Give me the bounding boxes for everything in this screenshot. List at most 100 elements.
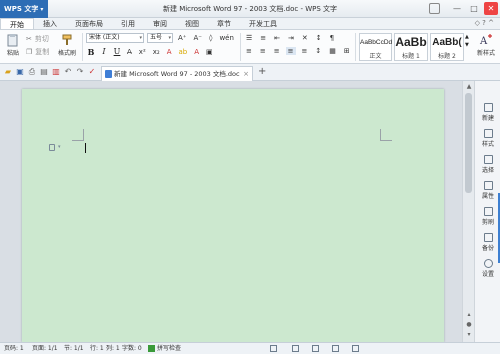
check-icon[interactable]: ✓ — [88, 67, 96, 76]
cut-button[interactable]: ✂ 剪切 — [26, 34, 49, 44]
undo-icon[interactable]: ↶ — [64, 67, 72, 76]
superscript-icon[interactable]: x² — [137, 48, 148, 56]
bold-button[interactable]: B — [86, 47, 96, 57]
numbering-icon[interactable]: ≡ — [258, 34, 268, 42]
cut-label: 剪切 — [34, 35, 49, 43]
strikethrough-icon[interactable]: A̶ — [125, 48, 134, 56]
skin-icon[interactable] — [429, 3, 440, 14]
status-spell-check[interactable]: 拼写检查 — [157, 343, 181, 354]
ribbon-options-icon[interactable]: ◇ ? ^ — [475, 19, 494, 27]
justify-icon[interactable]: ≡ — [285, 47, 296, 55]
borders-icon[interactable]: ⊞ — [342, 47, 352, 55]
subscript-icon[interactable]: x₂ — [151, 48, 162, 56]
redo-icon[interactable]: ↷ — [76, 67, 84, 76]
shading-icon[interactable]: ▦ — [327, 47, 338, 55]
highlight-icon[interactable]: ab — [177, 48, 190, 56]
paste-icon — [7, 34, 18, 47]
tab-page-layout[interactable]: 页面布局 — [66, 18, 112, 29]
close-tab-icon[interactable]: × — [243, 67, 249, 81]
status-pages[interactable]: 页面: 1/1 — [32, 343, 58, 354]
app-menu-button[interactable]: WPS 文字 ▾ — [0, 0, 48, 18]
format-painter-button[interactable]: 格式刷 — [56, 33, 78, 57]
phonetic-icon[interactable]: wén — [217, 34, 235, 42]
distributed-icon[interactable]: ≡ — [300, 47, 310, 55]
style-heading-2[interactable]: AaBb( 标题 2 — [430, 33, 464, 61]
task-select[interactable]: 选择 — [476, 155, 500, 174]
font-effect-icon[interactable]: A — [165, 48, 174, 56]
style-heading-1[interactable]: AaBb 标题 1 — [394, 33, 428, 61]
style-gallery-scroll[interactable]: ▲ ▼ — [465, 34, 469, 48]
task-backup[interactable]: 备份 — [476, 233, 500, 252]
select-browse-icon[interactable]: ● — [465, 321, 473, 329]
show-marks-icon[interactable]: ¶ — [328, 34, 336, 42]
task-settings-label: 设置 — [481, 271, 494, 278]
chinese-layout-icon[interactable]: ✕ — [300, 34, 310, 42]
grow-font-icon[interactable]: A⁺ — [176, 34, 188, 42]
view-reading-icon[interactable] — [352, 345, 359, 352]
font-name-combo[interactable]: 宋体 (正文) ▾ — [86, 33, 144, 43]
task-settings[interactable]: 设置 — [476, 259, 500, 278]
shrink-font-icon[interactable]: A⁻ — [191, 34, 203, 42]
font-size-combo[interactable]: 五号 ▾ — [147, 33, 173, 43]
tab-view[interactable]: 视图 — [176, 18, 208, 29]
paste-label: 粘贴 — [6, 50, 19, 57]
copy-button[interactable]: ❐ 复制 — [26, 47, 49, 57]
open-icon[interactable]: ▰ — [4, 67, 12, 76]
tab-insert[interactable]: 插入 — [34, 18, 66, 29]
view-web-icon[interactable] — [312, 345, 319, 352]
status-words[interactable]: 字数: 0 — [122, 343, 142, 354]
new-tab-button[interactable]: + — [258, 66, 266, 77]
document-area: ▾ — [0, 81, 462, 342]
document-tab[interactable]: 新建 Microsoft Word 97 - 2003 文档.doc × — [101, 66, 253, 81]
font-color-icon[interactable]: A — [192, 48, 201, 56]
export-icon[interactable]: ▥ — [52, 67, 60, 76]
close-button[interactable]: ✕ — [484, 2, 498, 15]
sort-icon[interactable]: ↕ — [314, 34, 324, 42]
chevron-down-icon[interactable]: ▾ — [58, 144, 61, 150]
tab-review[interactable]: 审阅 — [144, 18, 176, 29]
new-style-button[interactable]: A 新样式 — [474, 33, 498, 57]
tab-sections[interactable]: 章节 — [208, 18, 240, 29]
indent-icon[interactable]: ⇥ — [286, 34, 296, 42]
tab-home[interactable]: 开始 — [0, 18, 34, 29]
next-page-icon[interactable]: ▾ — [465, 331, 473, 339]
print-icon[interactable]: ⎙ — [28, 67, 36, 76]
style-normal[interactable]: AaBbCcDd 正文 — [359, 33, 392, 61]
view-outline-icon[interactable] — [332, 345, 339, 352]
underline-button[interactable]: U — [112, 47, 122, 57]
align-left-icon[interactable]: ≡ — [244, 47, 254, 55]
bullets-icon[interactable]: ☰ — [244, 34, 254, 42]
clear-format-icon[interactable]: ◊ — [207, 34, 214, 42]
document-tab-bar: ▰ ▣ ⎙ ▤ ▥ ↶ ↷ ✓ 新建 Microsoft Word 97 - 2… — [0, 64, 500, 81]
minimize-button[interactable]: — — [450, 2, 464, 15]
prev-page-icon[interactable]: ▴ — [465, 311, 473, 319]
chevron-down-icon[interactable]: ▼ — [465, 42, 469, 48]
align-right-icon[interactable]: ≡ — [272, 47, 282, 55]
task-clip[interactable]: 剪刷 — [476, 207, 500, 226]
chevron-up-icon[interactable]: ▲ — [465, 34, 469, 40]
view-page-icon[interactable] — [270, 345, 277, 352]
task-styles[interactable]: 样式 — [476, 129, 500, 148]
scroll-up-icon[interactable]: ▲ — [465, 83, 473, 91]
paragraph-options-icon[interactable] — [49, 144, 55, 151]
scroll-thumb[interactable] — [465, 93, 472, 193]
char-border-icon[interactable]: ▣ — [204, 48, 215, 56]
task-pane: 新建 样式 选择 属性 剪刷 备份 设置 — [474, 81, 500, 342]
paste-button[interactable]: 粘贴 — [4, 33, 22, 57]
save-icon[interactable]: ▣ — [16, 67, 24, 76]
text-cursor — [85, 143, 86, 153]
maximize-button[interactable]: □ — [467, 2, 481, 15]
tab-developer[interactable]: 开发工具 — [240, 18, 286, 29]
task-properties[interactable]: 属性 — [476, 181, 500, 200]
outdent-icon[interactable]: ⇤ — [272, 34, 282, 42]
document-page[interactable]: ▾ — [22, 89, 444, 342]
italic-button[interactable]: I — [99, 47, 109, 57]
line-spacing-icon[interactable]: ↕ — [313, 47, 323, 55]
tab-references[interactable]: 引用 — [112, 18, 144, 29]
align-center-icon[interactable]: ≡ — [258, 47, 268, 55]
view-full-screen-icon[interactable] — [292, 345, 299, 352]
preview-icon[interactable]: ▤ — [40, 67, 48, 76]
vertical-scrollbar[interactable]: ▲ ▴ ● ▾ — [462, 81, 474, 342]
task-new[interactable]: 新建 — [476, 103, 500, 122]
task-backup-label: 备份 — [481, 245, 494, 252]
